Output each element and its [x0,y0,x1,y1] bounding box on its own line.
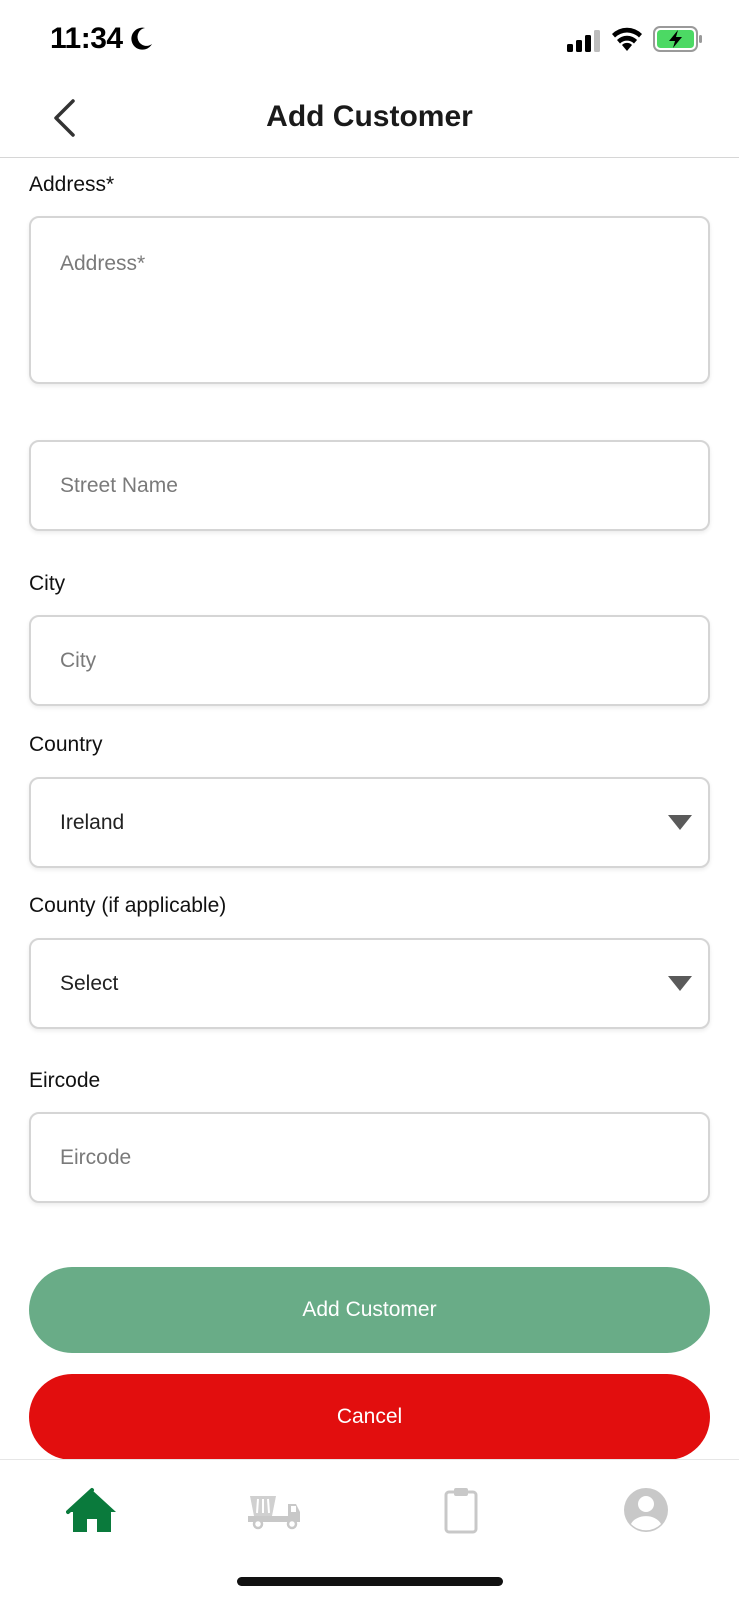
country-value: Ireland [60,810,125,834]
eircode-input[interactable]: Eircode [29,1112,710,1203]
moon-icon [131,27,152,50]
tab-profile[interactable] [616,1482,676,1538]
country-label: Country [29,733,103,756]
street-name-placeholder: Street Name [60,473,178,497]
nav-bar: Add Customer [0,80,739,158]
country-select[interactable]: Ireland [29,777,710,868]
page-title: Add Customer [266,100,473,133]
wifi-icon [612,27,642,51]
cancel-button[interactable]: Cancel [29,1374,710,1460]
dropdown-arrow-icon [668,814,692,830]
county-label: County (if applicable) [29,894,227,917]
tab-home[interactable] [62,1482,122,1538]
address-label: Address* [29,173,115,196]
city-input[interactable]: City [29,615,710,706]
skip-truck-icon [248,1496,300,1530]
city-placeholder: City [60,648,97,672]
eircode-label: Eircode [29,1069,101,1092]
tab-jobs[interactable] [431,1482,491,1538]
add-customer-button[interactable]: Add Customer [29,1267,710,1353]
address-input[interactable]: Address* [29,216,710,384]
signal-icon [567,30,600,52]
battery-charging-icon [653,26,702,52]
address-placeholder: Address* [60,252,146,275]
profile-icon [624,1488,668,1532]
dropdown-arrow-icon [668,975,692,991]
county-value: Select [60,971,119,995]
tab-skips[interactable] [244,1482,304,1538]
status-bar: 11:34 [0,0,739,80]
city-label: City [29,572,66,595]
home-icon [66,1488,116,1532]
clipboard-icon [444,1488,478,1534]
street-name-input[interactable]: Street Name [29,440,710,531]
county-select[interactable]: Select [29,938,710,1029]
eircode-placeholder: Eircode [60,1145,132,1169]
home-indicator [237,1577,503,1586]
status-time: 11:34 [50,22,123,55]
